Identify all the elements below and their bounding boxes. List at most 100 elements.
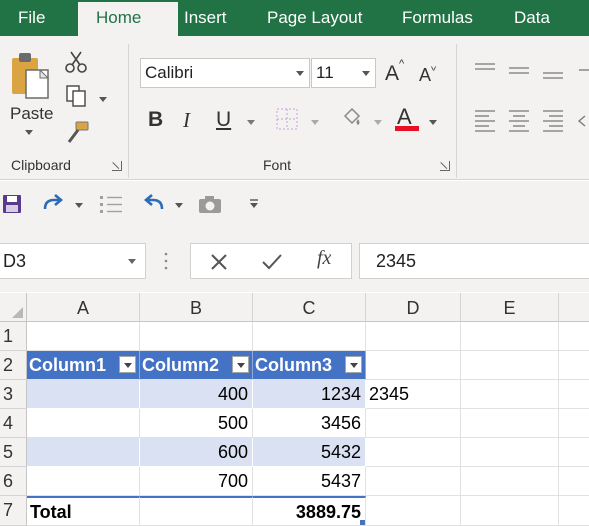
row-header-2[interactable]: 2 xyxy=(0,351,27,380)
cell-f5[interactable] xyxy=(559,438,589,467)
tab-file[interactable]: File xyxy=(18,0,45,36)
cell-c3[interactable]: 1234 xyxy=(253,380,366,409)
cell-a5[interactable] xyxy=(27,438,140,467)
underline-dropdown-icon[interactable] xyxy=(247,120,255,125)
cell-a1[interactable] xyxy=(27,322,140,351)
copy-icon[interactable] xyxy=(64,84,90,108)
horizontal-alignment-buttons[interactable] xyxy=(473,108,589,134)
cell-e6[interactable] xyxy=(461,467,559,496)
cell-d1[interactable] xyxy=(366,322,461,351)
save-icon[interactable] xyxy=(2,194,22,214)
resize-handle-icon[interactable] xyxy=(163,251,169,271)
copy-dropdown-icon[interactable] xyxy=(99,97,107,102)
cell-e4[interactable] xyxy=(461,409,559,438)
borders-button[interactable] xyxy=(276,108,298,130)
column-header-d[interactable]: D xyxy=(366,293,461,322)
cell-c4[interactable]: 3456 xyxy=(253,409,366,438)
tab-insert[interactable]: Insert xyxy=(184,0,227,36)
underline-button[interactable]: U xyxy=(216,108,231,132)
row-header-1[interactable]: 1 xyxy=(0,322,27,351)
fill-color-button[interactable] xyxy=(340,106,362,130)
cell-f3[interactable] xyxy=(559,380,589,409)
bold-button[interactable]: B xyxy=(148,108,163,132)
cancel-icon[interactable] xyxy=(209,252,229,272)
formula-input[interactable]: 2345 xyxy=(359,243,589,279)
camera-icon[interactable] xyxy=(198,194,224,214)
cell-d4[interactable] xyxy=(366,409,461,438)
cell-f7[interactable] xyxy=(559,496,589,526)
tab-formulas[interactable]: Formulas xyxy=(402,0,473,36)
clipboard-launcher-icon[interactable] xyxy=(112,161,122,171)
filter-dropdown-icon[interactable] xyxy=(232,356,249,373)
cell-e5[interactable] xyxy=(461,438,559,467)
vertical-alignment-buttons[interactable] xyxy=(473,60,589,84)
row-header-7[interactable]: 7 xyxy=(0,496,27,526)
format-painter-icon[interactable] xyxy=(64,120,90,144)
font-size-select[interactable]: 11 xyxy=(311,58,376,88)
row-header-5[interactable]: 5 xyxy=(0,438,27,467)
cell-b7[interactable] xyxy=(140,496,253,526)
column-header-a[interactable]: A xyxy=(27,293,140,322)
font-name-select[interactable]: Calibri xyxy=(140,58,310,88)
cell-c5[interactable]: 5432 xyxy=(253,438,366,467)
table-resize-handle[interactable] xyxy=(360,520,365,525)
cell-f2[interactable] xyxy=(559,351,589,380)
total-label-cell[interactable]: Total xyxy=(27,496,140,526)
total-value-cell[interactable]: 3889.75 xyxy=(253,496,366,526)
filter-dropdown-icon[interactable] xyxy=(119,356,136,373)
grow-font-button[interactable]: A ^ xyxy=(385,58,404,86)
redo-dropdown-icon[interactable] xyxy=(75,203,83,208)
paste-dropdown-icon[interactable] xyxy=(25,130,33,135)
cell-d7[interactable] xyxy=(366,496,461,526)
cell-f1[interactable] xyxy=(559,322,589,351)
row-header-6[interactable]: 6 xyxy=(0,467,27,496)
column-header-c[interactable]: C xyxy=(253,293,366,322)
cell-a3[interactable] xyxy=(27,380,140,409)
row-header-4[interactable]: 4 xyxy=(0,409,27,438)
row-header-3[interactable]: 3 xyxy=(0,380,27,409)
tab-data[interactable]: Data xyxy=(514,0,550,36)
cell-b1[interactable] xyxy=(140,322,253,351)
cell-b5[interactable]: 600 xyxy=(140,438,253,467)
column-header-e[interactable]: E xyxy=(461,293,559,322)
name-box[interactable]: D3 xyxy=(0,243,146,279)
cell-a4[interactable] xyxy=(27,409,140,438)
enter-icon[interactable] xyxy=(261,252,283,272)
cell-d2[interactable] xyxy=(366,351,461,380)
table-header-column3[interactable]: Column3 xyxy=(253,351,366,380)
bullets-icon[interactable] xyxy=(98,193,124,215)
font-launcher-icon[interactable] xyxy=(440,161,450,171)
cell-b4[interactable]: 500 xyxy=(140,409,253,438)
column-header-b[interactable]: B xyxy=(140,293,253,322)
undo-icon[interactable] xyxy=(141,193,167,215)
cell-d3[interactable]: 2345 xyxy=(366,380,461,409)
cell-b3[interactable]: 400 xyxy=(140,380,253,409)
undo-dropdown-icon[interactable] xyxy=(175,203,183,208)
cell-e7[interactable] xyxy=(461,496,559,526)
customize-qat-icon[interactable] xyxy=(249,198,259,210)
cell-b6[interactable]: 700 xyxy=(140,467,253,496)
redo-icon[interactable] xyxy=(40,193,66,215)
cell-a6[interactable] xyxy=(27,467,140,496)
filter-dropdown-icon[interactable] xyxy=(345,356,362,373)
cell-e3[interactable] xyxy=(461,380,559,409)
cell-d5[interactable] xyxy=(366,438,461,467)
italic-button[interactable]: I xyxy=(183,108,190,133)
font-color-dropdown-icon[interactable] xyxy=(429,120,437,125)
cell-e2[interactable] xyxy=(461,351,559,380)
insert-function-icon[interactable]: fx xyxy=(317,247,331,270)
select-all-button[interactable] xyxy=(0,293,27,322)
table-header-column1[interactable]: Column1 xyxy=(27,351,140,380)
cell-e1[interactable] xyxy=(461,322,559,351)
column-header-partial[interactable] xyxy=(559,293,589,322)
cell-f4[interactable] xyxy=(559,409,589,438)
borders-dropdown-icon[interactable] xyxy=(311,120,319,125)
cell-f6[interactable] xyxy=(559,467,589,496)
fill-color-dropdown-icon[interactable] xyxy=(374,120,382,125)
shrink-font-button[interactable]: A ^ xyxy=(419,60,436,86)
cut-icon[interactable] xyxy=(64,50,88,74)
cell-c6[interactable]: 5437 xyxy=(253,467,366,496)
cell-c1[interactable] xyxy=(253,322,366,351)
cell-d6[interactable] xyxy=(366,467,461,496)
tab-home[interactable]: Home xyxy=(78,2,178,38)
